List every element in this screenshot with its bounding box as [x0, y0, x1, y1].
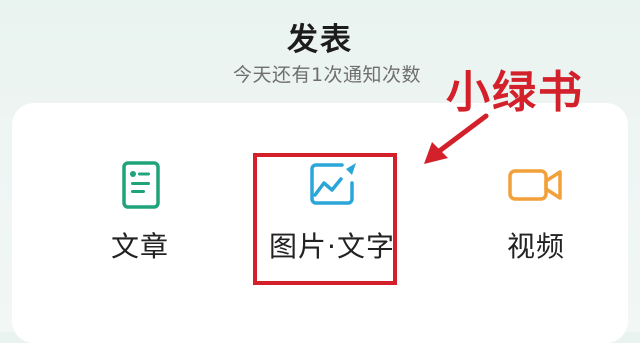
option-label-article: 文章 [110, 230, 169, 263]
highlight-box [253, 153, 397, 285]
annotation-arrow-icon [424, 113, 489, 164]
publish-article-option[interactable]: 文章 [50, 103, 230, 343]
page-title: 发表 [287, 22, 353, 58]
video-camera-icon [508, 169, 562, 201]
notification-count-text: 今天还有1次通知次数 [232, 64, 422, 86]
document-icon [122, 161, 160, 209]
option-label-video: 视频 [506, 230, 565, 263]
annotation-label: 小绿书 [446, 67, 584, 118]
